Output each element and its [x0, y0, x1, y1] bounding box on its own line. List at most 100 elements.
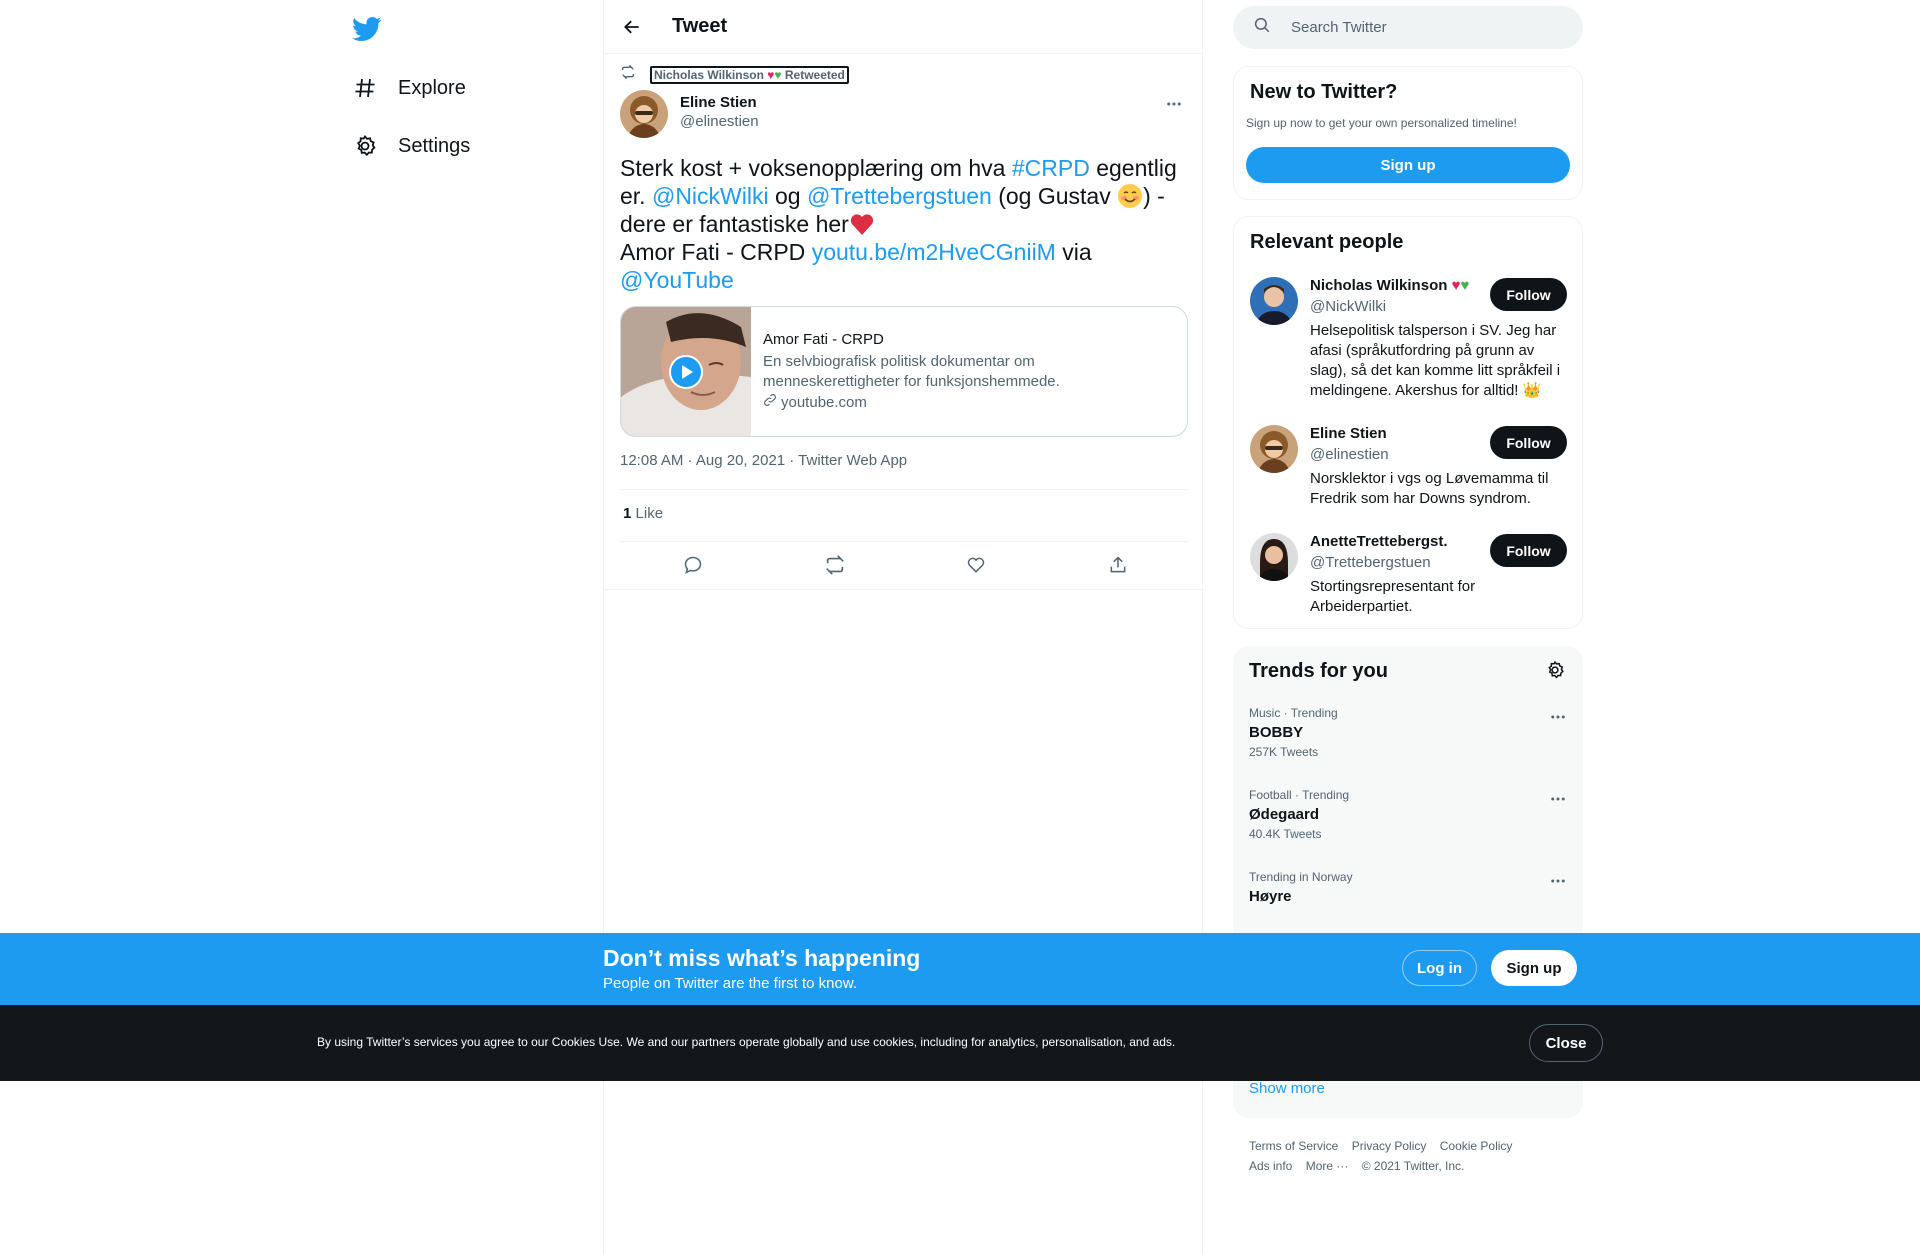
new-to-twitter-box: New to Twitter? Sign up now to get your …	[1233, 66, 1583, 200]
tweet-text-part: Sterk kost + voksenopplæring om hva	[620, 155, 1012, 181]
tweet-text-part: og	[768, 183, 807, 209]
hashtag-icon	[352, 75, 378, 101]
green-heart-emoji: ♥	[1460, 277, 1470, 294]
trend-name: Ødegaard	[1249, 806, 1320, 823]
divider	[620, 541, 1188, 542]
person-handle[interactable]: @NickWilki	[1310, 298, 1386, 315]
signup-banner: Don’t miss what’s happening People on Tw…	[0, 933, 1920, 1005]
privacy-link[interactable]: Privacy Policy	[1352, 1139, 1427, 1153]
play-icon[interactable]	[669, 355, 703, 394]
trend-item[interactable]: Football · Trending Ødegaard 40.4K Tweet…	[1249, 788, 1569, 841]
follow-button[interactable]: Follow	[1490, 278, 1567, 311]
divider	[620, 489, 1188, 490]
tweet-actions	[620, 550, 1188, 580]
cookie-policy-link[interactable]: Cookie Policy	[1440, 1139, 1513, 1153]
retweet-icon	[620, 64, 636, 85]
gear-icon	[352, 133, 378, 159]
trend-count: 257K Tweets	[1249, 745, 1319, 759]
follow-button[interactable]: Follow	[1490, 534, 1567, 567]
twitter-logo-icon[interactable]	[352, 14, 382, 44]
trend-item[interactable]: Trending in Norway Høyre	[1249, 870, 1569, 905]
mention-link[interactable]: @YouTube	[620, 267, 734, 293]
tweet-header: Tweet	[604, 0, 1202, 54]
banner-subtitle: People on Twitter are the first to know.	[603, 975, 858, 992]
avatar[interactable]	[1250, 277, 1298, 325]
video-thumbnail[interactable]	[621, 307, 751, 436]
more-link[interactable]: More ···	[1306, 1159, 1349, 1173]
nav-settings[interactable]: Settings	[352, 124, 470, 168]
hashtag-link[interactable]: #CRPD	[1012, 155, 1090, 181]
search-icon	[1253, 16, 1271, 39]
relevant-people-box: Relevant people Nicholas Wilkinson ♥♥ @N…	[1233, 216, 1583, 629]
tweet-text-part: Amor Fati - CRPD	[620, 239, 812, 265]
like-count-label: Like	[635, 505, 664, 522]
footer-links: Terms of Service Privacy Policy Cookie P…	[1249, 1136, 1579, 1176]
log-in-button[interactable]: Log in	[1402, 950, 1477, 986]
person-name[interactable]: Nicholas Wilkinson ♥♥	[1310, 277, 1478, 294]
more-options-icon[interactable]	[1549, 790, 1569, 810]
red-heart-emoji-icon	[849, 211, 875, 237]
person-bio: Stortingsrepresentant for Arbeiderpartie…	[1310, 578, 1476, 615]
person-name[interactable]: Eline Stien	[1310, 425, 1478, 442]
smiling-face-emoji-icon	[1117, 183, 1143, 209]
ads-info-link[interactable]: Ads info	[1249, 1159, 1292, 1173]
trend-item[interactable]: Music · Trending BOBBY 257K Tweets	[1249, 706, 1569, 759]
nav-settings-label: Settings	[398, 134, 471, 157]
green-heart-emoji: ♥	[774, 67, 782, 82]
banner-sign-up-button[interactable]: Sign up	[1491, 950, 1577, 986]
more-options-icon[interactable]	[1549, 872, 1569, 892]
show-more-link[interactable]: Show more	[1249, 1080, 1325, 1097]
card-domain: youtube.com	[763, 393, 1175, 413]
new-to-twitter-subtitle: Sign up now to get your own personalized…	[1246, 116, 1517, 130]
author-handle[interactable]: @elinestien	[680, 113, 759, 130]
trends-title: Trends for you	[1249, 660, 1388, 682]
like-heart-icon[interactable]	[964, 553, 988, 577]
trend-context: Music · Trending	[1249, 706, 1338, 720]
avatar[interactable]	[620, 90, 668, 138]
retweeter-name: Nicholas Wilkinson	[654, 67, 764, 82]
card-description: En selvbiografisk politisk dokumentar om…	[763, 353, 1060, 390]
terms-link[interactable]: Terms of Service	[1249, 1139, 1338, 1153]
trend-count: 40.4K Tweets	[1249, 827, 1322, 841]
trends-settings-gear-icon[interactable]	[1545, 660, 1567, 682]
person-name[interactable]: AnetteTrettebergst.	[1310, 533, 1478, 550]
cookie-close-button[interactable]: Close	[1529, 1024, 1603, 1062]
share-icon[interactable]	[1106, 553, 1130, 577]
sign-up-button[interactable]: Sign up	[1246, 147, 1570, 183]
person-bio: Helsepolitisk talsperson i SV. Jeg har a…	[1310, 322, 1561, 399]
person-handle[interactable]: @Trettebergstuen	[1310, 554, 1431, 571]
avatar[interactable]	[1250, 533, 1298, 581]
retweeted-label: Retweeted	[784, 67, 845, 82]
search-box[interactable]	[1233, 6, 1583, 49]
retweet-context: Nicholas Wilkinson ♥♥ Retweeted	[620, 64, 849, 85]
nav-explore-label: Explore	[398, 76, 466, 99]
retweeter-link[interactable]: Nicholas Wilkinson ♥♥ Retweeted	[650, 65, 849, 84]
retweet-icon[interactable]	[823, 553, 847, 577]
copyright: © 2021 Twitter, Inc.	[1361, 1159, 1465, 1173]
banner-title: Don’t miss what’s happening	[603, 945, 921, 971]
relevant-people-title: Relevant people	[1250, 231, 1404, 253]
tweet-text-part: via	[1055, 239, 1092, 265]
follow-button[interactable]: Follow	[1490, 426, 1567, 459]
tweet-timestamp[interactable]: 12:08 AM · Aug 20, 2021 · Twitter Web Ap…	[620, 452, 907, 469]
author-name[interactable]: Eline Stien	[680, 94, 759, 111]
reply-icon[interactable]	[681, 553, 705, 577]
mention-link[interactable]: @NickWilki	[652, 183, 769, 209]
search-input[interactable]	[1291, 19, 1551, 36]
link-card[interactable]: Amor Fati - CRPD En selvbiografisk polit…	[620, 306, 1188, 437]
like-count-number: 1	[623, 505, 632, 522]
avatar[interactable]	[1250, 425, 1298, 473]
person-handle[interactable]: @elinestien	[1310, 446, 1389, 463]
likes-count[interactable]: 1 Like	[623, 505, 663, 522]
more-options-icon[interactable]	[1549, 708, 1569, 728]
nav-explore[interactable]: Explore	[352, 66, 466, 110]
mention-link[interactable]: @Trettebergstuen	[807, 183, 992, 209]
tweet-author: Eline Stien @elinestien	[620, 90, 759, 138]
person-name-text: Nicholas Wilkinson	[1310, 277, 1448, 294]
new-to-twitter-title: New to Twitter?	[1250, 81, 1398, 103]
url-link[interactable]: youtu.be/m2HveCGniiM	[812, 239, 1056, 265]
more-options-icon[interactable]	[1162, 92, 1186, 116]
person-bio: Norsklektor i vgs og Løvemamma til Fredr…	[1310, 470, 1549, 507]
back-arrow-icon[interactable]	[618, 13, 646, 41]
card-title: Amor Fati - CRPD	[763, 331, 884, 348]
